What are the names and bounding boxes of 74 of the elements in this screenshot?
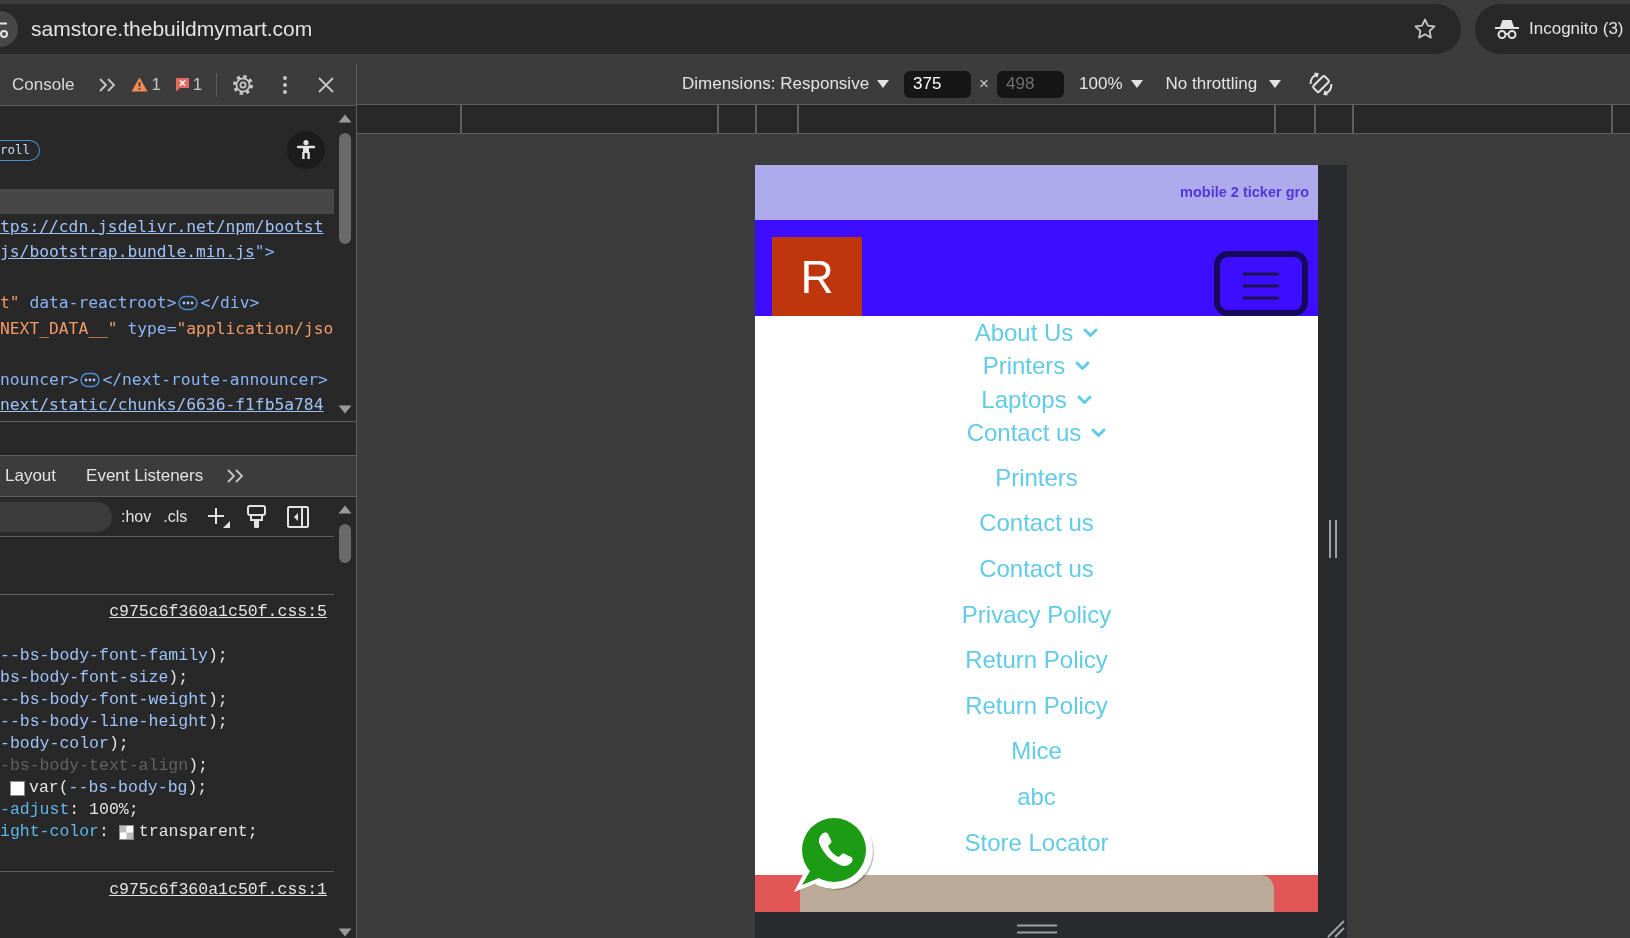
double-chevron-icon[interactable] (226, 469, 245, 483)
double-chevron-icon[interactable] (98, 77, 117, 92)
times-sign: × (979, 73, 990, 96)
hover-state-button[interactable]: :hov (121, 504, 152, 529)
panel-tab[interactable]: Layout (5, 456, 57, 496)
settings-icon[interactable] (232, 73, 255, 96)
logo[interactable]: R (772, 237, 862, 316)
chevron-down-icon (1083, 327, 1099, 338)
close-icon[interactable] (318, 76, 335, 93)
ellipsis-icon[interactable] (80, 371, 101, 388)
panel-tab[interactable]: Event Listeners (86, 456, 204, 496)
scroll-down-icon[interactable] (338, 927, 352, 937)
address-bar[interactable]: samstore.thebuildmymart.com (0, 4, 1461, 54)
plus-icon[interactable] (206, 505, 231, 528)
warning-counter[interactable]: 1 (131, 71, 161, 98)
code-text: -body-color); (0, 732, 129, 755)
code-text: var(--bs-body-bg); (29, 776, 208, 799)
color-swatch-icon[interactable] (118, 824, 134, 840)
code-text: --bs-body-font-weight); (0, 688, 228, 711)
bookmark-star-icon[interactable] (1413, 17, 1437, 41)
ellipsis-icon[interactable] (178, 295, 199, 312)
chevron-down-icon (1091, 428, 1107, 439)
scrollbar-thumb[interactable] (339, 133, 351, 244)
source-link[interactable]: next/static/chunks/6636-f1fb5a784 (0, 393, 324, 418)
code-text: --bs-body-font-family); (0, 644, 228, 667)
scroll-up-icon[interactable] (338, 113, 352, 123)
code-text: ight-color: (0, 820, 110, 843)
source-link[interactable]: c975c6f360a1c50f.css:5 (109, 599, 327, 625)
zoom-dropdown[interactable]: 100% (1079, 71, 1143, 97)
rotate-icon[interactable] (1308, 71, 1335, 97)
resize-handle-icon[interactable] (1016, 924, 1057, 934)
corner-resize-icon[interactable] (1327, 920, 1345, 938)
caret-icon (1269, 80, 1282, 88)
code-text: -adjust: 100%; (0, 798, 139, 821)
code-text: nouncer> (0, 368, 79, 391)
url-text[interactable]: samstore.thebuildmymart.com (31, 13, 313, 45)
class-toggle-button[interactable]: .cls (163, 504, 188, 529)
source-link[interactable]: js/bootstrap.bundle.min.js (0, 242, 255, 262)
scrollbar-thumb[interactable] (339, 524, 351, 563)
kebab-menu-icon[interactable] (282, 74, 289, 95)
code-text: transparent; (138, 820, 258, 843)
source-link[interactable]: tps://cdn.jsdelivr.net/npm/bootst (0, 214, 324, 239)
resize-handle-icon[interactable] (1327, 519, 1338, 558)
code-text: -bs-body-text-align); (0, 754, 208, 777)
incognito-button[interactable]: Incognito (3) (1475, 4, 1630, 54)
accessibility-icon[interactable] (287, 131, 325, 169)
panel-tab[interactable]: Console (12, 64, 75, 105)
code-text: t" data-reactroot> (0, 292, 177, 315)
dimensions-dropdown[interactable]: Dimensions: Responsive (682, 71, 890, 97)
code-text: NEXT_DATA__" type="application/jso (0, 317, 334, 340)
code-text: js/bootstrap.bundle.min.js"> (0, 241, 275, 264)
menu-icon (1243, 271, 1279, 300)
code-text: </next-route-announcer> (102, 368, 328, 391)
incognito-icon (1494, 18, 1520, 40)
error-icon (174, 77, 190, 92)
code-text: --bs-body-line-height); (0, 710, 228, 733)
error-counter[interactable]: 1 (174, 71, 203, 98)
code-text: </div> (200, 292, 260, 315)
code-text: bs-body-font-size); (0, 666, 189, 689)
scroll-up-icon[interactable] (338, 504, 352, 514)
warning-icon (131, 77, 149, 92)
scroll-down-icon[interactable] (338, 404, 352, 414)
source-link[interactable]: c975c6f360a1c50f.css:1 (109, 877, 327, 903)
caret-icon (1130, 80, 1143, 88)
caret-icon (877, 80, 890, 88)
chevron-down-icon (1075, 361, 1091, 372)
panel-toggle-icon[interactable] (287, 505, 310, 528)
chevron-down-icon (1076, 394, 1092, 405)
width-input[interactable]: 375 (904, 70, 972, 98)
paint-roller-icon[interactable] (247, 504, 267, 529)
throttling-dropdown[interactable]: No throttling (1165, 71, 1282, 97)
site-info-icon[interactable] (0, 11, 18, 47)
ticker-text: mobile 2 ticker gro (1180, 182, 1309, 202)
color-swatch-icon[interactable] (10, 780, 25, 796)
